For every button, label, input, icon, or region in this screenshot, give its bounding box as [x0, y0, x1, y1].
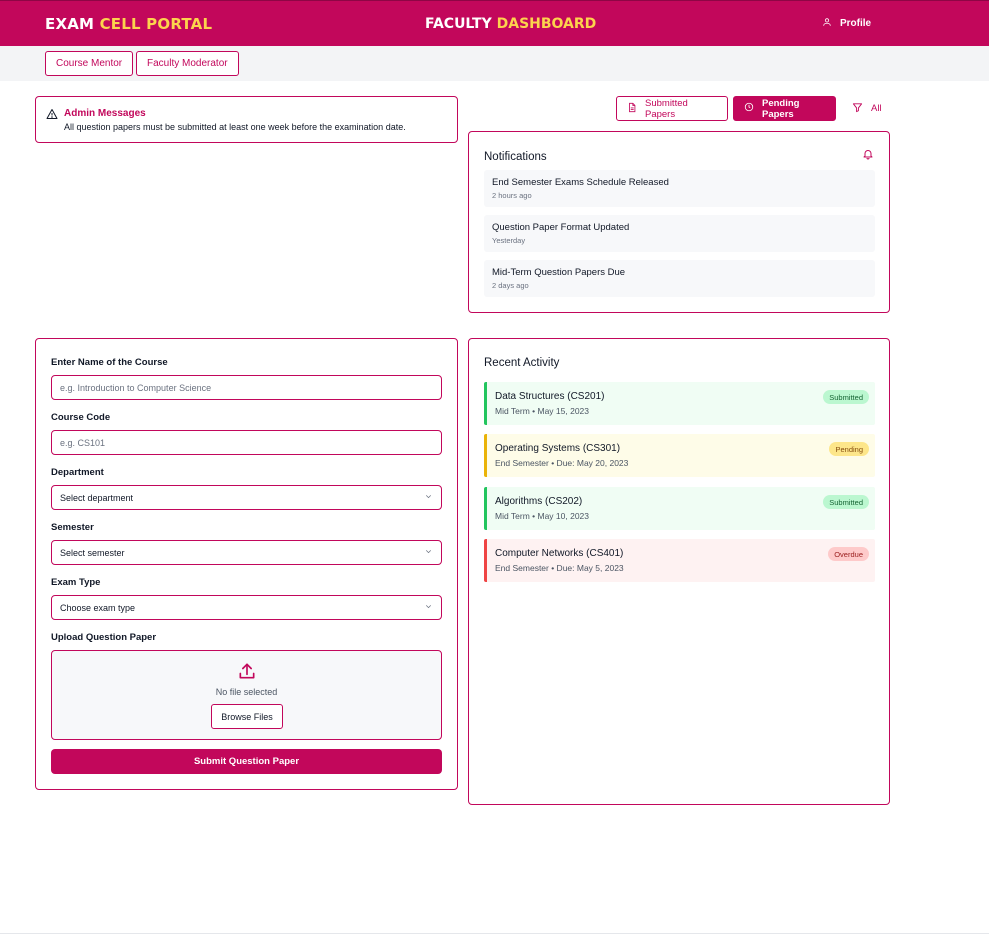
- brand-text-accent: CELL PORTAL: [99, 15, 213, 33]
- question-paper-form: Enter Name of the Course e.g. Introducti…: [35, 338, 458, 790]
- activity-item[interactable]: Computer Networks (CS401) End Semester •…: [484, 539, 875, 582]
- pending-papers-button[interactable]: Pending Papers: [733, 96, 836, 121]
- activity-item[interactable]: Data Structures (CS201) Mid Term • May 1…: [484, 382, 875, 425]
- notification-title: Mid-Term Question Papers Due: [492, 267, 626, 278]
- submitted-papers-label: Submitted Papers: [645, 97, 688, 120]
- footer-divider: [0, 933, 989, 934]
- course-code-label: Course Code: [51, 412, 111, 423]
- dashboard-title: FACULTY DASHBOARD: [425, 16, 596, 32]
- chevron-down-icon: [424, 547, 433, 558]
- chevron-down-icon: [424, 602, 433, 613]
- activity-meta: Mid Term • May 10, 2023: [495, 511, 589, 521]
- admin-message-text: All question papers must be submitted at…: [64, 122, 406, 132]
- notification-time: 2 days ago: [492, 281, 529, 290]
- activity-meta: Mid Term • May 15, 2023: [495, 406, 589, 416]
- exam-type-label: Exam Type: [51, 577, 101, 588]
- alert-triangle-icon: [46, 107, 58, 125]
- exam-type-selected-value: Choose exam type: [60, 602, 136, 613]
- profile-label: Profile: [840, 18, 872, 29]
- top-bar: EXAM CELL PORTAL FACULTY DASHBOARD Profi…: [0, 0, 989, 46]
- app-brand: EXAM CELL PORTAL: [45, 15, 212, 33]
- pending-papers-label: Pending Papers: [762, 97, 800, 120]
- filter-all-button[interactable]: All: [842, 96, 888, 121]
- notification-item[interactable]: End Semester Exams Schedule Released 2 h…: [484, 170, 875, 207]
- notification-title: Question Paper Format Updated: [492, 222, 630, 233]
- clock-icon: [744, 102, 754, 115]
- activity-title: Data Structures (CS201): [495, 391, 605, 402]
- status-badge: Submitted: [823, 495, 869, 509]
- status-badge: Submitted: [823, 390, 869, 404]
- notification-title: End Semester Exams Schedule Released: [492, 177, 669, 188]
- chevron-down-icon: [424, 492, 433, 503]
- activity-title: Operating Systems (CS301): [495, 443, 621, 454]
- upload-status-text: No file selected: [215, 687, 278, 697]
- activity-item[interactable]: Operating Systems (CS301) End Semester •…: [484, 434, 875, 477]
- upload-dropzone[interactable]: No file selected Browse Files: [51, 650, 442, 740]
- brand-text-primary: EXAM: [45, 15, 100, 33]
- submit-question-paper-button[interactable]: Submit Question Paper: [51, 749, 442, 774]
- exam-type-select[interactable]: Choose exam type: [51, 595, 442, 620]
- activity-title: Algorithms (CS202): [495, 496, 583, 507]
- course-mentor-tab[interactable]: Course Mentor: [45, 51, 134, 76]
- recent-activity-card: Recent Activity Data Structures (CS201) …: [468, 338, 890, 805]
- upload-icon: [237, 661, 257, 686]
- bell-icon[interactable]: [862, 147, 874, 165]
- department-label: Department: [51, 467, 104, 478]
- status-badge: Overdue: [828, 547, 869, 561]
- department-select[interactable]: Select department: [51, 485, 442, 510]
- notifications-title: Notifications: [484, 151, 547, 163]
- admin-messages-title: Admin Messages: [64, 108, 146, 119]
- admin-messages-card: Admin Messages All question papers must …: [35, 96, 458, 143]
- document-icon: [627, 102, 637, 116]
- notification-item[interactable]: Mid-Term Question Papers Due 2 days ago: [484, 260, 875, 297]
- activity-meta: End Semester • Due: May 5, 2023: [495, 563, 624, 573]
- filter-all-label: All: [871, 103, 882, 114]
- submitted-papers-button[interactable]: Submitted Papers: [616, 96, 728, 121]
- user-icon: [822, 17, 832, 30]
- recent-activity-title: Recent Activity: [484, 357, 560, 369]
- faculty-moderator-tab[interactable]: Faculty Moderator: [136, 51, 239, 76]
- notification-time: Yesterday: [492, 236, 526, 245]
- role-tab-bar: Course Mentor Faculty Moderator: [0, 46, 989, 81]
- status-badge: Pending: [829, 442, 869, 456]
- course-name-input[interactable]: e.g. Introduction to Computer Science: [51, 375, 442, 400]
- dashboard-title-accent: DASHBOARD: [496, 16, 597, 32]
- notification-item[interactable]: Question Paper Format Updated Yesterday: [484, 215, 875, 252]
- semester-select[interactable]: Select semester: [51, 540, 442, 565]
- course-name-label: Enter Name of the Course: [51, 357, 168, 368]
- department-selected-value: Select department: [60, 492, 134, 503]
- course-code-input[interactable]: e.g. CS101: [51, 430, 442, 455]
- semester-selected-value: Select semester: [60, 547, 125, 558]
- filter-icon: [852, 102, 863, 116]
- dashboard-title-primary: FACULTY: [425, 16, 497, 32]
- activity-title: Computer Networks (CS401): [495, 548, 624, 559]
- activity-item[interactable]: Algorithms (CS202) Mid Term • May 10, 20…: [484, 487, 875, 530]
- upload-label: Upload Question Paper: [51, 632, 157, 643]
- activity-meta: End Semester • Due: May 20, 2023: [495, 458, 629, 468]
- notifications-card: Notifications End Semester Exams Schedul…: [468, 131, 890, 313]
- profile-button[interactable]: Profile: [822, 17, 871, 30]
- browse-files-button[interactable]: Browse Files: [211, 704, 283, 729]
- notification-time: 2 hours ago: [492, 191, 532, 200]
- semester-label: Semester: [51, 522, 94, 533]
